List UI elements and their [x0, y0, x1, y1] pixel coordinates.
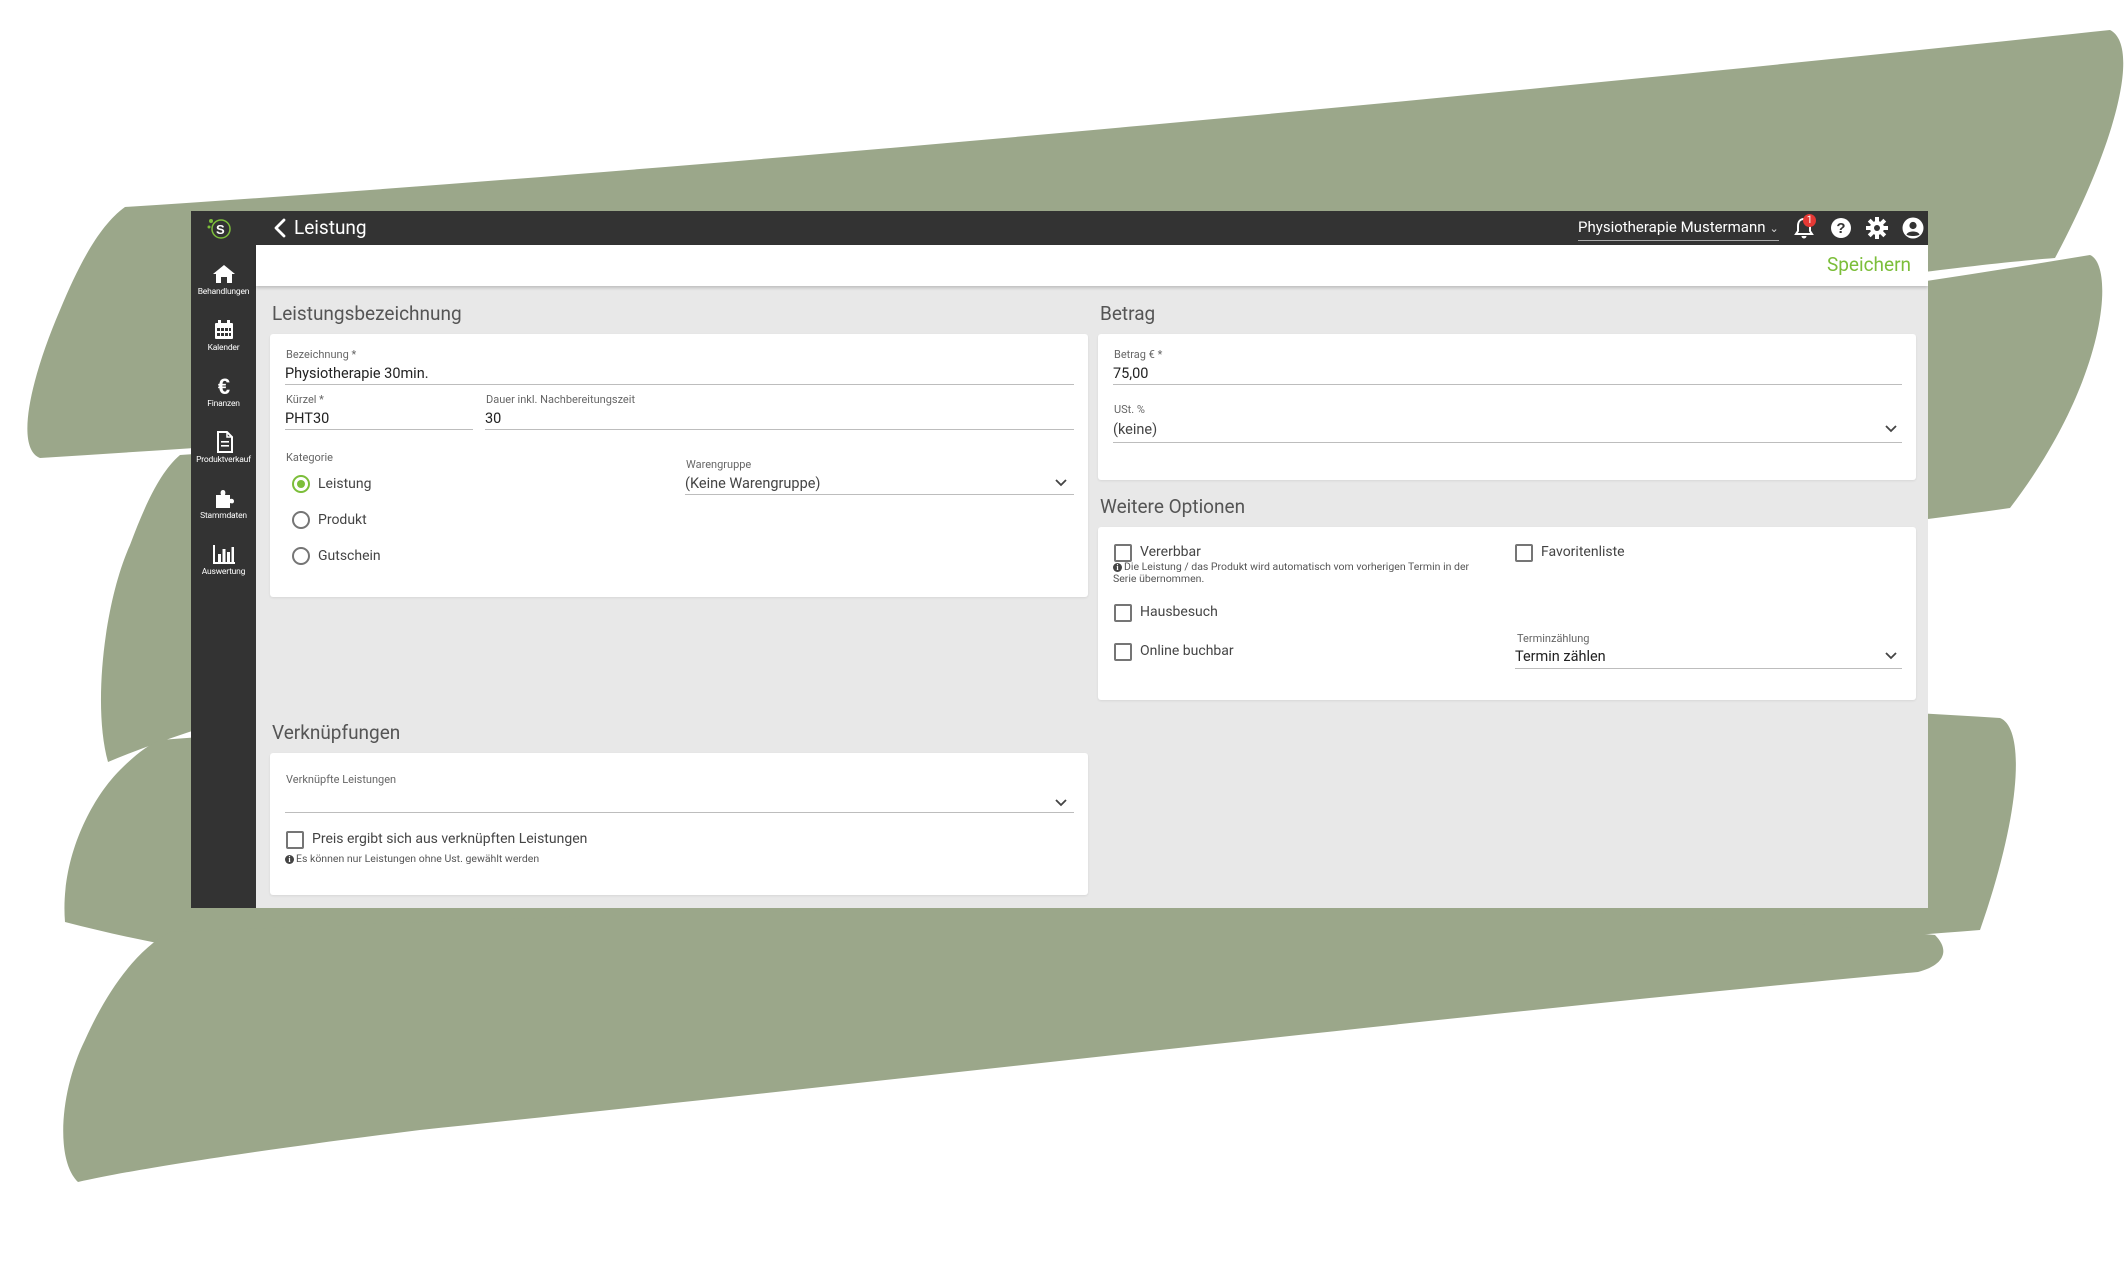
sidebar-item-behandlungen[interactable]: Behandlungen — [191, 263, 256, 297]
brush-stroke-bottom — [63, 906, 1944, 1182]
notification-badge: 1 — [1803, 214, 1816, 227]
dauer-underline — [485, 429, 1074, 430]
preis-hint-text: Es können nur Leistungen ohne Ust. gewäh… — [296, 852, 540, 865]
calendar-icon — [214, 320, 233, 339]
card-leistungsbezeichnung: Bezeichnung * Physiotherapie 30min. Kürz… — [270, 334, 1088, 597]
checkbox-hausbesuch[interactable] — [1114, 604, 1132, 622]
info-icon: i — [285, 855, 294, 864]
favoritenliste-label[interactable]: Favoritenliste — [1541, 543, 1625, 561]
radio-gutschein[interactable] — [292, 547, 310, 565]
sidebar-item-finanzen[interactable]: € Finanzen — [191, 375, 256, 409]
ust-select[interactable]: (keine) — [1113, 421, 1157, 439]
page-title: Leistung — [294, 216, 367, 239]
sidebar-item-stammdaten[interactable]: Stammdaten — [191, 487, 256, 521]
checkbox-online-buchbar[interactable] — [1114, 643, 1132, 661]
save-button[interactable]: Speichern — [1827, 253, 1911, 276]
betrag-label: Betrag € * — [1114, 348, 1163, 361]
section-title-verknuepfungen: Verknüpfungen — [272, 721, 401, 744]
radio-label-gutschein[interactable]: Gutschein — [318, 547, 381, 565]
card-betrag: Betrag € * 75,00 USt. % (keine) — [1098, 334, 1916, 480]
info-icon: i — [1113, 563, 1122, 572]
bezeichnung-label: Bezeichnung * — [286, 348, 357, 361]
vererbbar-hint: i Die Leistung / das Produkt wird automat… — [1113, 561, 1493, 585]
chart-icon — [212, 545, 235, 564]
checkbox-preis-verknuepft[interactable] — [286, 831, 304, 849]
vererbbar-label[interactable]: Vererbbar — [1140, 543, 1201, 561]
radio-produkt[interactable] — [292, 511, 310, 529]
sidebar-item-kalender[interactable]: Kalender — [191, 319, 256, 353]
terminzaehlung-underline — [1515, 668, 1902, 669]
sidebar-item-auswertung[interactable]: Auswertung — [191, 543, 256, 577]
verknuepfte-leistungen-label: Verknüpfte Leistungen — [286, 773, 397, 786]
betrag-input[interactable]: 75,00 — [1113, 365, 1148, 383]
sidebar-item-label: Stammdaten — [200, 511, 247, 521]
online-buchbar-label[interactable]: Online buchbar — [1140, 642, 1234, 660]
card-weitere-optionen: Vererbbar i Die Leistung / das Produkt wi… — [1098, 527, 1916, 700]
back-icon[interactable] — [270, 216, 292, 240]
chevron-down-icon[interactable] — [1884, 651, 1898, 661]
vererbbar-hint-text: Die Leistung / das Produkt wird automati… — [1113, 560, 1470, 585]
home-icon — [212, 265, 235, 283]
kuerzel-underline — [285, 429, 473, 430]
action-bar: Speichern — [256, 245, 1928, 286]
kategorie-label: Kategorie — [286, 451, 334, 464]
svg-text:?: ? — [1836, 220, 1845, 237]
radio-leistung[interactable] — [292, 475, 310, 493]
warengruppe-underline — [685, 494, 1074, 495]
verknuepfte-leistungen-underline — [285, 812, 1074, 813]
euro-icon: € — [217, 375, 229, 397]
section-title-leistungsbezeichnung: Leistungsbezeichnung — [272, 302, 462, 325]
chevron-down-icon[interactable] — [1054, 798, 1068, 808]
betrag-underline — [1113, 384, 1902, 385]
section-title-weitere-optionen: Weitere Optionen — [1100, 495, 1246, 518]
practice-name: Physiotherapie Mustermann — [1578, 218, 1766, 236]
top-bar: S Leistung Physiotherapie Mustermann ⌄ 1 … — [191, 211, 1928, 245]
preis-hint: i Es können nur Leistungen ohne Ust. gewä… — [285, 853, 885, 865]
logo-icon: S — [207, 219, 231, 239]
chevron-down-icon[interactable] — [1054, 478, 1068, 488]
svg-text:S: S — [216, 222, 225, 237]
dauer-label: Dauer inkl. Nachbereitungszeit — [486, 393, 636, 406]
chevron-down-icon: ⌄ — [1769, 222, 1779, 235]
radio-label-leistung[interactable]: Leistung — [318, 475, 371, 493]
kuerzel-input[interactable]: PHT30 — [285, 410, 329, 428]
preis-verknuepft-label[interactable]: Preis ergibt sich aus verknüpften Leistu… — [312, 830, 587, 848]
section-title-betrag: Betrag — [1100, 302, 1156, 325]
warengruppe-select[interactable]: (Keine Warengruppe) — [685, 475, 820, 493]
ust-label: USt. % — [1114, 403, 1145, 416]
document-icon — [216, 431, 233, 453]
ust-underline — [1113, 442, 1902, 443]
sidebar-item-label: Auswertung — [201, 567, 246, 577]
help-icon[interactable]: ? — [1829, 216, 1853, 240]
card-verknuepfungen: Verknüpfte Leistungen Preis ergibt sich … — [270, 753, 1088, 895]
hausbesuch-label[interactable]: Hausbesuch — [1140, 603, 1218, 621]
bezeichnung-underline — [285, 384, 1074, 385]
bezeichnung-input[interactable]: Physiotherapie 30min. — [285, 365, 429, 383]
dauer-input[interactable]: 30 — [485, 410, 501, 428]
practice-selector[interactable]: Physiotherapie Mustermann ⌄ — [1578, 217, 1779, 241]
sidebar-item-produktverkauf[interactable]: Produktverkauf — [191, 431, 256, 465]
terminzaehlung-label: Terminzählung — [1517, 632, 1590, 645]
sidebar-item-label: Behandlungen — [197, 287, 250, 297]
gear-icon[interactable] — [1865, 216, 1889, 240]
terminzaehlung-select[interactable]: Termin zählen — [1515, 648, 1606, 666]
user-icon[interactable] — [1901, 216, 1925, 240]
svg-text:€: € — [217, 375, 229, 397]
checkbox-favoritenliste[interactable] — [1515, 544, 1533, 562]
kuerzel-label: Kürzel * — [286, 393, 324, 406]
radio-label-produkt[interactable]: Produkt — [318, 511, 367, 529]
sidebar-item-label: Produktverkauf — [196, 455, 251, 465]
app-window: S Leistung Physiotherapie Mustermann ⌄ 1 … — [191, 211, 1928, 908]
puzzle-icon — [215, 490, 234, 508]
sidebar-item-label: Kalender — [207, 343, 240, 353]
warengruppe-label: Warengruppe — [686, 458, 752, 471]
chevron-down-icon[interactable] — [1884, 424, 1898, 434]
sidebar-item-label: Finanzen — [207, 399, 240, 409]
